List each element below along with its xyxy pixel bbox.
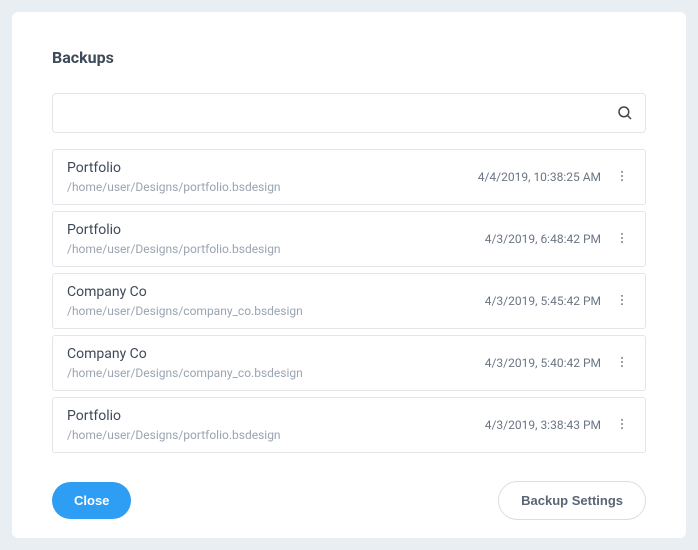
backup-row-main: Company Co /home/user/Designs/company_co… — [67, 284, 485, 318]
backup-time: 4/3/2019, 5:40:42 PM — [485, 356, 601, 370]
search-field-wrap — [52, 93, 646, 133]
backup-row[interactable]: Portfolio /home/user/Designs/portfolio.b… — [52, 397, 646, 453]
backup-row-main: Portfolio /home/user/Designs/portfolio.b… — [67, 222, 485, 256]
more-options-button[interactable] — [611, 411, 633, 439]
backup-time: 4/3/2019, 5:45:42 PM — [485, 294, 601, 308]
more-options-button[interactable] — [611, 349, 633, 377]
backup-name: Portfolio — [67, 160, 478, 176]
backup-name: Company Co — [67, 284, 485, 300]
dialog-footer: Close Backup Settings — [52, 481, 646, 520]
backup-path: /home/user/Designs/portfolio.bsdesign — [67, 242, 485, 256]
backup-list: Portfolio /home/user/Designs/portfolio.b… — [52, 149, 646, 459]
close-button[interactable]: Close — [52, 482, 131, 519]
more-options-button[interactable] — [611, 287, 633, 315]
backup-path: /home/user/Designs/portfolio.bsdesign — [67, 428, 485, 442]
more-vertical-icon — [615, 353, 629, 374]
backup-row[interactable]: Portfolio /home/user/Designs/portfolio.b… — [52, 149, 646, 205]
backups-dialog: Backups Portfolio /home/user/Designs/por… — [12, 12, 686, 538]
more-vertical-icon — [615, 229, 629, 250]
dialog-title: Backups — [52, 48, 646, 67]
backup-row[interactable]: Company Co /home/user/Designs/company_co… — [52, 335, 646, 391]
backup-time: 4/3/2019, 6:48:42 PM — [485, 232, 601, 246]
backup-name: Company Co — [67, 346, 485, 362]
more-options-button[interactable] — [611, 225, 633, 253]
backup-path: /home/user/Designs/company_co.bsdesign — [67, 304, 485, 318]
search-input[interactable] — [52, 93, 646, 133]
backup-path: /home/user/Designs/company_co.bsdesign — [67, 366, 485, 380]
backup-row[interactable]: Company Co /home/user/Designs/company_co… — [52, 273, 646, 329]
backup-time: 4/4/2019, 10:38:25 AM — [478, 170, 601, 184]
more-options-button[interactable] — [611, 163, 633, 191]
backup-row[interactable]: Portfolio /home/user/Designs/portfolio.b… — [52, 211, 646, 267]
more-vertical-icon — [615, 167, 629, 188]
backup-row-main: Portfolio /home/user/Designs/portfolio.b… — [67, 160, 478, 194]
backup-row-main: Portfolio /home/user/Designs/portfolio.b… — [67, 408, 485, 442]
more-vertical-icon — [615, 415, 629, 436]
backup-name: Portfolio — [67, 408, 485, 424]
more-vertical-icon — [615, 291, 629, 312]
backup-settings-button[interactable]: Backup Settings — [498, 481, 646, 520]
backup-path: /home/user/Designs/portfolio.bsdesign — [67, 180, 478, 194]
backup-time: 4/3/2019, 3:38:43 PM — [485, 418, 601, 432]
backup-row-main: Company Co /home/user/Designs/company_co… — [67, 346, 485, 380]
backup-name: Portfolio — [67, 222, 485, 238]
